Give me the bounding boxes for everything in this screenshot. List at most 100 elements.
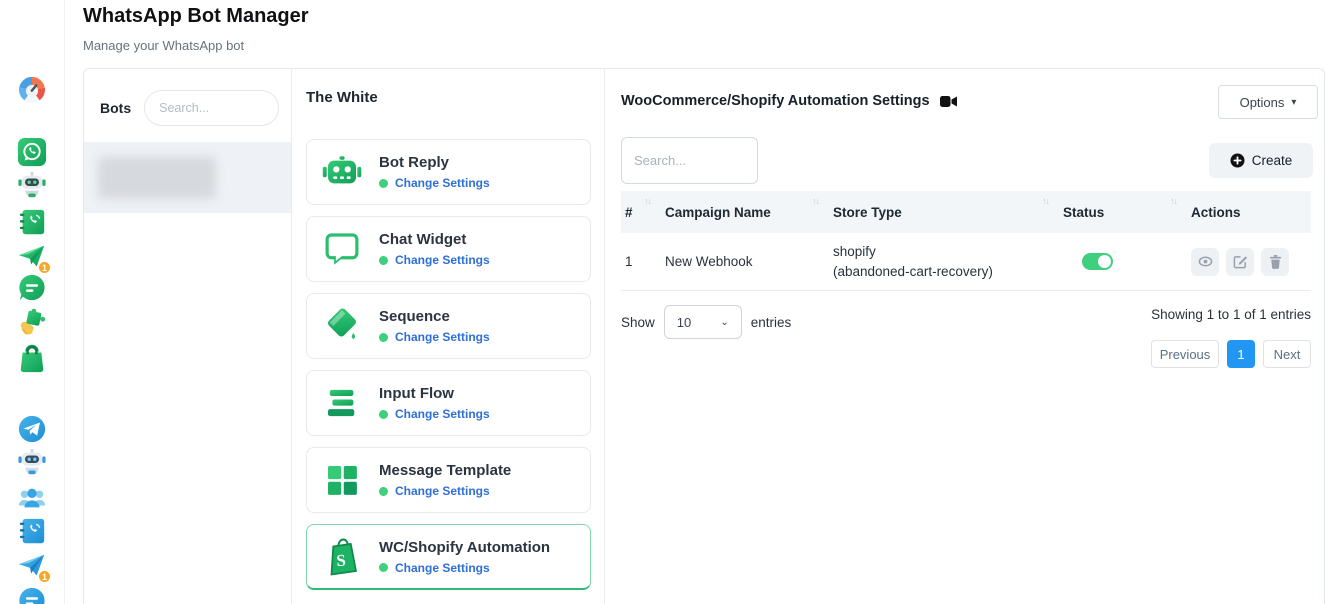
row-store-type: shopify (abandoned-cart-recovery) [829, 242, 1059, 281]
row-campaign-name: New Webhook [661, 254, 829, 269]
table-summary: Showing 1 to 1 of 1 entries [1151, 307, 1311, 322]
shopify-icon: S [321, 536, 363, 578]
message-template-icon [321, 459, 363, 501]
input-flow-icon [321, 382, 363, 424]
edit-button[interactable] [1226, 248, 1254, 276]
change-settings-link[interactable]: Change Settings [395, 407, 490, 421]
eye-icon [1198, 254, 1213, 269]
sidebar-item-telegram-contacts[interactable] [17, 516, 47, 546]
sidebar-item-whatsapp-chat[interactable] [17, 273, 47, 303]
plus-icon [1230, 153, 1245, 168]
sort-icon[interactable]: ↑↓ [1042, 196, 1049, 206]
bots-label: Bots [100, 100, 131, 116]
feature-title: WC/Shopify Automation [379, 539, 550, 556]
sidebar-item-whatsapp[interactable] [17, 137, 47, 167]
whatsapp-icon [17, 137, 47, 167]
page-subtitle: Manage your WhatsApp bot [83, 38, 244, 53]
table-row: 1 New Webhook shopify (abandoned-cart-re… [621, 233, 1311, 291]
telegram-bot-icon [17, 447, 47, 477]
options-button[interactable]: Options ▾ [1218, 85, 1318, 119]
selected-bot-name: The White [306, 89, 590, 106]
sidebar-item-whatsapp-bot[interactable] [17, 170, 47, 200]
feature-card-chat-widget[interactable]: Chat Widget Change Settings [306, 216, 591, 282]
feature-card-sequence[interactable]: Sequence Change Settings [306, 293, 591, 359]
sort-icon[interactable]: ↑↓ [812, 196, 819, 206]
show-label: Show [621, 315, 655, 330]
app-window: 1 [0, 0, 1325, 604]
bot-list-item-selected[interactable] [84, 142, 291, 213]
sequence-icon [321, 305, 363, 347]
change-settings-link[interactable]: Change Settings [395, 253, 490, 267]
feature-title: Bot Reply [379, 154, 490, 171]
feature-title: Sequence [379, 308, 490, 325]
bot-manager-panel: Bots The White [83, 68, 1325, 604]
sidebar-item-dashboard[interactable] [17, 75, 47, 105]
row-status-cell [1059, 253, 1187, 270]
change-settings-link[interactable]: Change Settings [395, 176, 490, 190]
whatsapp-bot-icon [17, 170, 47, 200]
store-bag-icon [17, 344, 47, 374]
row-num: 1 [621, 254, 661, 269]
svg-text:S: S [336, 550, 347, 570]
chevron-down-icon: ⌄ [720, 317, 728, 328]
sidebar-item-integrations[interactable] [17, 307, 47, 337]
video-tutorial-icon[interactable] [940, 95, 957, 108]
sidebar-item-telegram[interactable] [17, 414, 47, 444]
entries-label: entries [751, 315, 792, 330]
sort-icon[interactable]: ↑↓ [1170, 196, 1177, 206]
page-title: WhatsApp Bot Manager [83, 5, 309, 28]
delete-button[interactable] [1261, 248, 1289, 276]
features-column: The White Bot Reply [292, 69, 605, 604]
status-dot [379, 333, 388, 342]
telegram-groups-icon [17, 483, 47, 513]
integrations-icon [17, 307, 47, 337]
column-header-status[interactable]: Status ↑↓ [1059, 191, 1187, 233]
telegram-icon [17, 414, 47, 444]
status-dot [379, 563, 388, 572]
feature-card-wc-shopify-automation[interactable]: S WC/Shopify Automation Change Settings [306, 524, 591, 590]
sidebar-item-whatsapp-broadcast[interactable]: 1 [17, 242, 47, 272]
sidebar-item-telegram-chat[interactable] [17, 586, 47, 604]
whatsapp-contacts-icon [17, 207, 47, 237]
feature-title: Message Template [379, 462, 511, 479]
create-button[interactable]: Create [1209, 143, 1313, 178]
campaign-search-input[interactable] [621, 137, 758, 184]
toggle-knob [1098, 255, 1111, 268]
status-dot [379, 410, 388, 419]
column-header-actions: Actions [1187, 191, 1311, 233]
column-header-campaign-name[interactable]: Campaign Name ↑↓ [661, 191, 829, 233]
trash-icon [1268, 254, 1283, 269]
row-actions-cell [1187, 248, 1311, 276]
bots-search-input[interactable] [144, 90, 279, 126]
sidebar-item-store[interactable] [17, 344, 47, 374]
feature-card-input-flow[interactable]: Input Flow Change Settings [306, 370, 591, 436]
feature-title: Input Flow [379, 385, 490, 402]
next-page-button[interactable]: Next [1263, 340, 1311, 368]
previous-page-button[interactable]: Previous [1151, 340, 1219, 368]
current-page-button[interactable]: 1 [1227, 340, 1255, 368]
feature-card-message-template[interactable]: Message Template Change Settings [306, 447, 591, 513]
app-sidebar: 1 [0, 0, 65, 604]
column-header-store-type[interactable]: Store Type ↑↓ [829, 191, 1059, 233]
column-header-num[interactable]: # ↑↓ [621, 191, 661, 233]
page-size-select[interactable]: 10 ⌄ [664, 305, 742, 339]
view-button[interactable] [1191, 248, 1219, 276]
status-dot [379, 179, 388, 188]
chevron-down-icon: ▾ [1291, 97, 1296, 108]
sort-icon[interactable]: ↑↓ [644, 196, 651, 206]
status-toggle-on[interactable] [1082, 253, 1113, 270]
bot-reply-icon [321, 151, 363, 193]
sidebar-item-telegram-broadcast[interactable]: 1 [17, 551, 47, 581]
telegram-chat-icon [17, 586, 47, 604]
feature-card-bot-reply[interactable]: Bot Reply Change Settings [306, 139, 591, 205]
chat-widget-icon [321, 228, 363, 270]
bot-name-redacted [98, 157, 216, 199]
sidebar-item-telegram-bot[interactable] [17, 447, 47, 477]
sidebar-item-whatsapp-contacts[interactable] [17, 207, 47, 237]
bots-column: Bots [84, 69, 292, 604]
change-settings-link[interactable]: Change Settings [395, 561, 490, 575]
change-settings-link[interactable]: Change Settings [395, 484, 490, 498]
change-settings-link[interactable]: Change Settings [395, 330, 490, 344]
automation-panel-title: WooCommerce/Shopify Automation Settings [621, 93, 930, 109]
sidebar-item-telegram-groups[interactable] [17, 483, 47, 513]
